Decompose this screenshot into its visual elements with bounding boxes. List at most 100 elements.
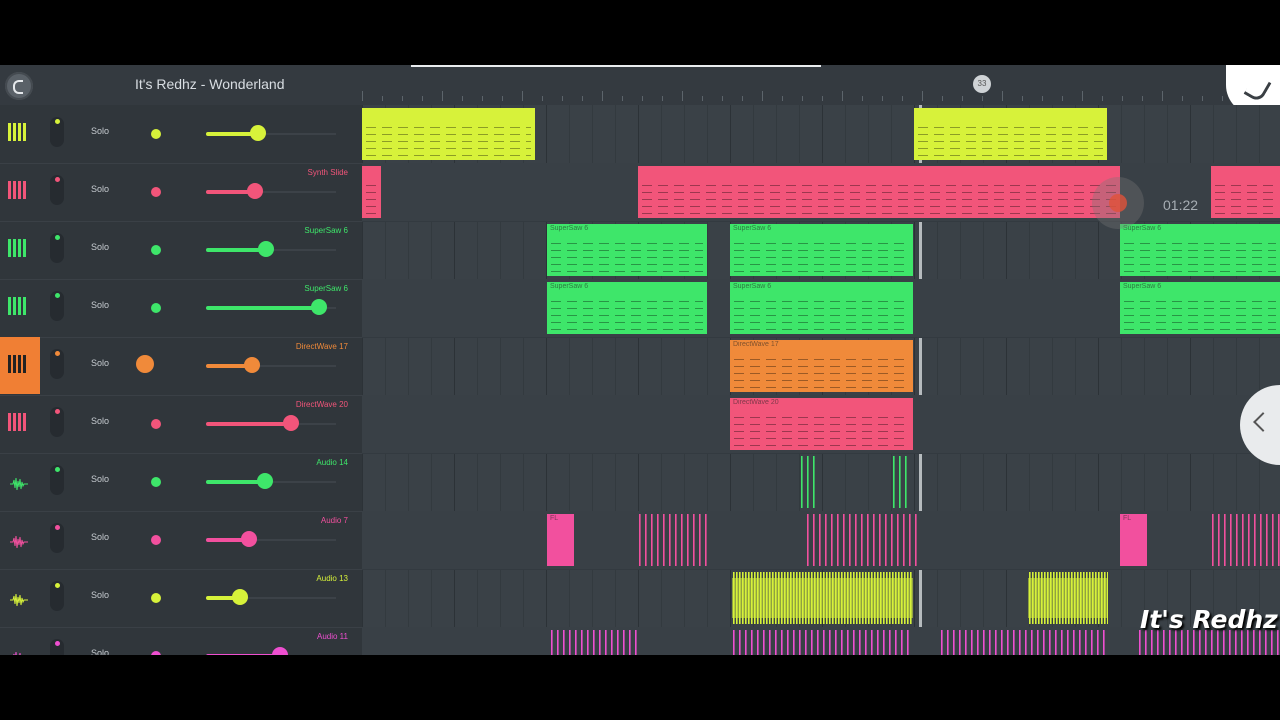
- mute-switch[interactable]: [50, 639, 64, 655]
- track-select-dot[interactable]: [151, 419, 161, 429]
- track-select-dot[interactable]: [151, 593, 161, 603]
- mute-switch[interactable]: [50, 465, 64, 495]
- solo-button[interactable]: Solo: [91, 590, 109, 600]
- volume-slider[interactable]: [206, 357, 336, 373]
- solo-button[interactable]: Solo: [91, 242, 109, 252]
- solo-button[interactable]: Solo: [91, 184, 109, 194]
- mute-switch[interactable]: [50, 175, 64, 205]
- pattern-clip[interactable]: DirectWave 20: [730, 398, 913, 450]
- solo-button[interactable]: Solo: [91, 648, 109, 655]
- track-select-dot[interactable]: [151, 245, 161, 255]
- main-menu-icon[interactable]: [5, 72, 33, 100]
- volume-slider[interactable]: [206, 125, 336, 141]
- pattern-clip[interactable]: SuperSaw 6: [1120, 224, 1280, 276]
- volume-knob[interactable]: [256, 473, 273, 489]
- mute-switch[interactable]: [50, 233, 64, 263]
- volume-knob[interactable]: [282, 415, 299, 431]
- timeline-scroll-indicator[interactable]: [411, 65, 821, 67]
- track-select-dot[interactable]: [151, 535, 161, 545]
- solo-button[interactable]: Solo: [91, 532, 109, 542]
- solo-button[interactable]: Solo: [91, 358, 109, 368]
- audio-clip[interactable]: [550, 630, 638, 655]
- track-row[interactable]: Solo: [0, 105, 362, 164]
- pattern-clip[interactable]: [1211, 166, 1280, 218]
- audio-clip[interactable]: [1028, 572, 1108, 624]
- volume-knob[interactable]: [240, 531, 257, 547]
- track-select-dot[interactable]: [136, 355, 154, 373]
- track-type-button[interactable]: [0, 511, 40, 568]
- volume-slider[interactable]: [206, 589, 336, 605]
- track-row[interactable]: Solo SuperSaw 6: [0, 221, 362, 280]
- track-type-button[interactable]: [0, 163, 40, 220]
- playlist-lane[interactable]: [362, 453, 1280, 512]
- track-select-dot[interactable]: [151, 651, 161, 655]
- pattern-clip[interactable]: SuperSaw 6: [1120, 282, 1280, 334]
- solo-button[interactable]: Solo: [91, 126, 109, 136]
- pattern-clip[interactable]: SuperSaw 6: [730, 224, 913, 276]
- playlist-area[interactable]: SuperSaw 6 SuperSaw 6 SuperSaw 6 SuperSaw 6…: [362, 105, 1280, 655]
- pattern-clip[interactable]: [914, 108, 1107, 160]
- volume-knob[interactable]: [243, 357, 260, 373]
- mute-switch[interactable]: [50, 407, 64, 437]
- track-type-button[interactable]: [0, 395, 40, 452]
- pattern-clip[interactable]: [362, 108, 535, 160]
- audio-block-clip[interactable]: FL: [1120, 514, 1147, 566]
- track-row[interactable]: Solo Audio 14: [0, 453, 362, 512]
- track-type-button[interactable]: [0, 221, 40, 278]
- pattern-clip[interactable]: [638, 166, 1120, 218]
- volume-knob[interactable]: [231, 589, 248, 605]
- mute-switch[interactable]: [50, 523, 64, 553]
- mute-switch[interactable]: [50, 581, 64, 611]
- volume-slider[interactable]: [206, 183, 336, 199]
- pattern-clip[interactable]: SuperSaw 6: [547, 282, 707, 334]
- volume-slider[interactable]: [206, 473, 336, 489]
- audio-clip[interactable]: [732, 572, 913, 624]
- volume-knob[interactable]: [311, 299, 328, 315]
- audio-clip[interactable]: [732, 630, 913, 655]
- track-select-dot[interactable]: [151, 187, 161, 197]
- volume-slider[interactable]: [206, 531, 336, 547]
- audio-block-clip[interactable]: FL: [547, 514, 574, 566]
- bar-marker[interactable]: 33: [973, 75, 991, 93]
- track-type-button[interactable]: [0, 627, 40, 655]
- track-type-button[interactable]: [0, 105, 40, 162]
- solo-button[interactable]: Solo: [91, 300, 109, 310]
- track-row[interactable]: Solo Audio 13: [0, 569, 362, 628]
- mute-switch[interactable]: [50, 291, 64, 321]
- track-type-button[interactable]: [0, 453, 40, 510]
- solo-button[interactable]: Solo: [91, 474, 109, 484]
- mute-switch[interactable]: [50, 349, 64, 379]
- mute-switch[interactable]: [50, 117, 64, 147]
- pattern-clip[interactable]: [362, 166, 381, 218]
- volume-slider[interactable]: [206, 241, 336, 257]
- audio-clip[interactable]: [638, 514, 708, 566]
- track-row[interactable]: Solo Audio 11: [0, 627, 362, 655]
- track-type-button[interactable]: [0, 569, 40, 626]
- volume-slider[interactable]: [206, 299, 336, 315]
- volume-knob[interactable]: [247, 183, 264, 199]
- solo-button[interactable]: Solo: [91, 416, 109, 426]
- track-row[interactable]: Solo DirectWave 20: [0, 395, 362, 454]
- track-row[interactable]: Solo SuperSaw 6: [0, 279, 362, 338]
- track-select-dot[interactable]: [151, 129, 161, 139]
- track-row[interactable]: Solo Synth Slide: [0, 163, 362, 222]
- audio-clip[interactable]: [800, 456, 818, 508]
- pattern-clip[interactable]: SuperSaw 6: [547, 224, 707, 276]
- track-type-button[interactable]: [0, 279, 40, 336]
- pattern-clip[interactable]: SuperSaw 6: [730, 282, 913, 334]
- audio-clip[interactable]: [892, 456, 908, 508]
- timeline-ruler[interactable]: [362, 87, 1280, 101]
- volume-knob[interactable]: [250, 125, 266, 141]
- track-select-dot[interactable]: [151, 303, 161, 313]
- volume-knob[interactable]: [257, 241, 274, 257]
- track-select-dot[interactable]: [151, 477, 161, 487]
- volume-knob[interactable]: [272, 647, 289, 655]
- track-row[interactable]: Solo Audio 7: [0, 511, 362, 570]
- pattern-clip[interactable]: DirectWave 17: [730, 340, 913, 392]
- volume-slider[interactable]: [206, 415, 336, 431]
- record-indicator-icon[interactable]: [1092, 177, 1144, 229]
- track-type-button[interactable]: [0, 337, 40, 394]
- audio-clip[interactable]: [940, 630, 1108, 655]
- audio-clip[interactable]: [806, 514, 918, 566]
- audio-clip[interactable]: [1211, 514, 1280, 566]
